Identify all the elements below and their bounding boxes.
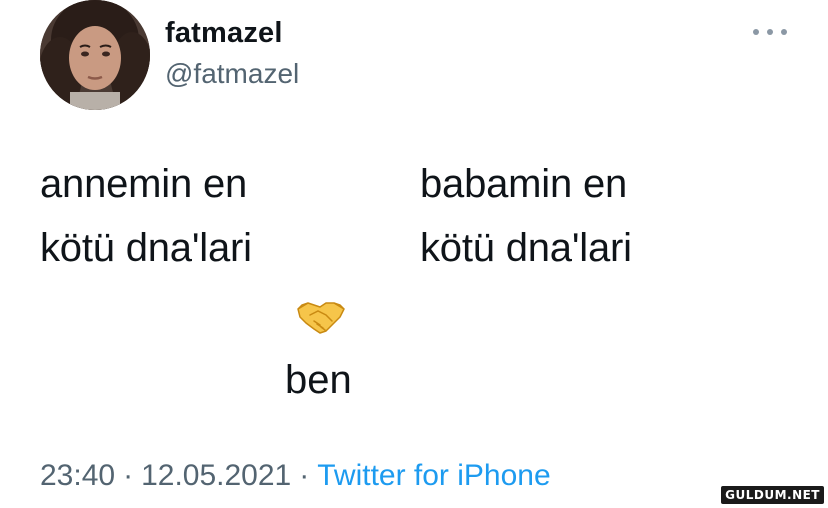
avatar-photo — [40, 0, 150, 110]
watermark-logo: GULDUM.NET — [721, 486, 824, 504]
tweet-text-right-line1: babamin en — [420, 162, 628, 206]
more-dot — [767, 29, 773, 35]
avatar[interactable] — [40, 0, 150, 110]
handshake-icon — [296, 295, 346, 337]
user-handle[interactable]: @fatmazel — [165, 58, 299, 90]
tweet-text-left-line1: annemin en — [40, 162, 248, 206]
tweet-text-left-line2: kötü dna'lari — [40, 226, 252, 270]
display-name[interactable]: fatmazel — [165, 17, 283, 50]
more-options-icon[interactable] — [753, 22, 787, 42]
tweet-meta: 23:40 · 12.05.2021 · Twitter for iPhone — [40, 459, 551, 493]
tweet-time[interactable]: 23:40 — [40, 459, 115, 492]
tweet-text-bottom: ben — [285, 358, 352, 402]
meta-separator: · — [123, 459, 134, 492]
meta-separator: · — [299, 459, 310, 492]
more-dot — [781, 29, 787, 35]
more-dot — [753, 29, 759, 35]
tweet-text-right-line2: kötü dna'lari — [420, 226, 632, 270]
tweet-date[interactable]: 12.05.2021 — [141, 459, 291, 492]
tweet-source-link[interactable]: Twitter for iPhone — [317, 459, 550, 492]
